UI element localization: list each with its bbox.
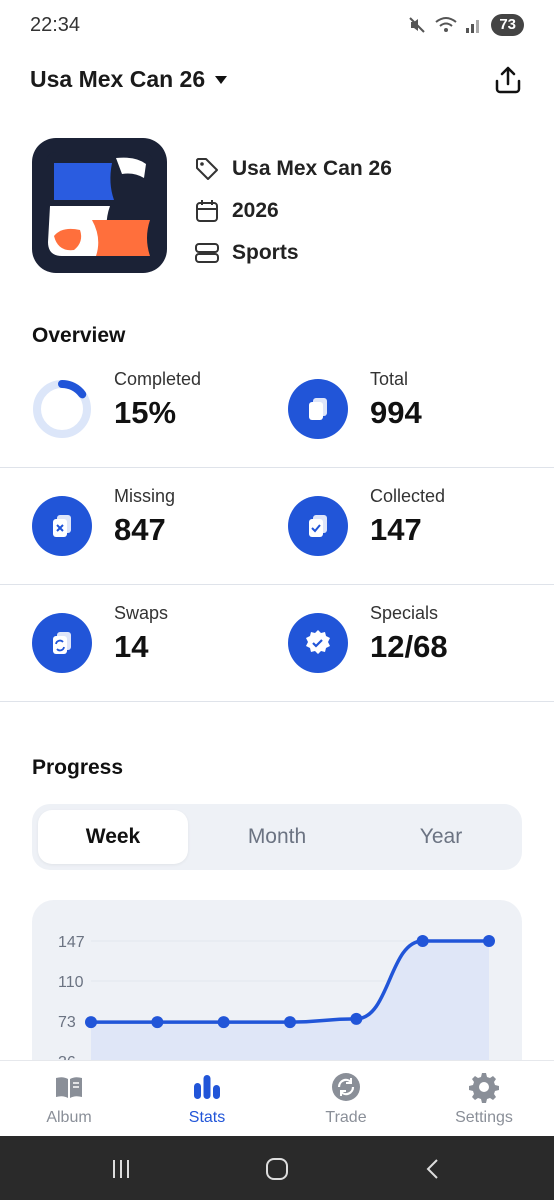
top-bar: Usa Mex Can 26 [0,52,554,108]
nav-stats-label: Stats [188,1109,226,1126]
stat-total: Total 994 [288,351,554,468]
chart-point[interactable] [151,1016,164,1029]
chart-y-tick: 73 [58,1014,76,1031]
completion-ring [33,380,91,438]
collected-card-icon [288,496,348,556]
stat-row-1: Completed 15% Total 994 [0,351,554,468]
album-category-row: Sports [194,232,392,274]
chart-point[interactable] [416,935,429,947]
album-year-row: 2026 [194,190,392,232]
share-button[interactable] [490,62,526,98]
album-name-row: Usa Mex Can 26 [194,148,392,190]
stat-missing-label: Missing [114,486,176,506]
album-name: Usa Mex Can 26 [232,157,392,180]
status-icons: 73 [407,14,524,36]
chart-point[interactable] [85,1016,97,1029]
nav-settings-label: Settings [455,1109,513,1126]
category-icon [195,243,219,263]
swap-card-icon [32,613,92,673]
back-button[interactable] [418,1154,448,1184]
tag-icon [196,158,218,180]
nav-stats[interactable]: Stats [157,1071,257,1131]
stat-specials-value: 12/68 [370,629,448,664]
nav-album[interactable]: Album [19,1071,119,1131]
caret-down-icon [215,75,228,84]
tab-month[interactable]: Month [202,810,352,864]
album-meta: Usa Mex Can 26 2026 Sports [194,148,392,274]
stat-row-2: Missing 847 Collected 147 [0,468,554,585]
tab-week[interactable]: Week [38,810,188,864]
stat-completed-label: Completed [114,369,202,389]
stat-collected-value: 147 [370,512,422,547]
home-icon [266,1158,288,1180]
share-icon [495,66,521,94]
missing-card-icon [32,496,92,556]
album-selector[interactable]: Usa Mex Can 26 [30,66,229,93]
nav-trade[interactable]: Trade [296,1071,396,1131]
stat-missing-value: 847 [114,512,166,547]
chart-point[interactable] [350,1012,363,1025]
overview-title: Overview [32,324,126,347]
chart-y-tick: 147 [58,934,85,951]
stat-specials: Specials 12/68 [288,585,554,702]
stat-missing: Missing 847 [32,468,302,585]
stats-icon [194,1075,220,1099]
album-info: Usa Mex Can 26 2026 Sports [32,138,532,274]
stat-collected-label: Collected [370,486,446,506]
nav-trade-label: Trade [325,1109,367,1126]
album-icon [56,1077,82,1098]
chart-point[interactable] [217,1016,230,1029]
stat-row-3: Swaps 14 Specials 12/68 [0,585,554,702]
back-icon [426,1159,438,1179]
album-title: Usa Mex Can 26 [30,66,206,92]
stat-total-value: 994 [370,395,422,430]
album-category: Sports [232,241,299,264]
stat-completed: Completed 15% [32,351,302,468]
recents-button[interactable] [106,1154,136,1184]
progress-title: Progress [32,756,124,779]
status-time: 22:34 [30,14,81,36]
verified-badge-icon [288,613,348,673]
settings-icon [469,1073,499,1103]
stat-swaps-label: Swaps [114,603,169,623]
recents-icon [113,1160,129,1178]
album-logo [32,138,167,273]
battery-badge: 73 [491,14,524,36]
trade-icon [332,1073,360,1101]
mute-icon [409,17,426,33]
nav-album-label: Album [46,1109,92,1126]
stat-swaps: Swaps 14 [32,585,302,702]
status-bar: 22:34 73 [0,0,554,52]
tab-year[interactable]: Year [366,810,516,864]
stat-completed-value: 15% [114,395,177,430]
chart-point[interactable] [483,935,495,947]
nav-settings[interactable]: Settings [434,1071,534,1131]
bottom-nav: Album Stats Trade Settings [0,1060,554,1136]
stat-total-label: Total [370,369,409,389]
stat-swaps-value: 14 [114,629,149,664]
home-button[interactable] [262,1154,292,1184]
period-selector: Week Month Year [32,804,522,870]
stat-specials-label: Specials [370,603,439,623]
system-nav-bar [0,1136,554,1200]
album-year: 2026 [232,199,279,222]
wifi-icon [435,17,457,32]
chart-y-tick: 110 [58,974,84,991]
calendar-icon [196,200,218,222]
signal-icon [466,20,480,33]
chart-point[interactable] [284,1016,296,1029]
cards-icon [288,379,348,439]
stat-collected: Collected 147 [288,468,554,585]
